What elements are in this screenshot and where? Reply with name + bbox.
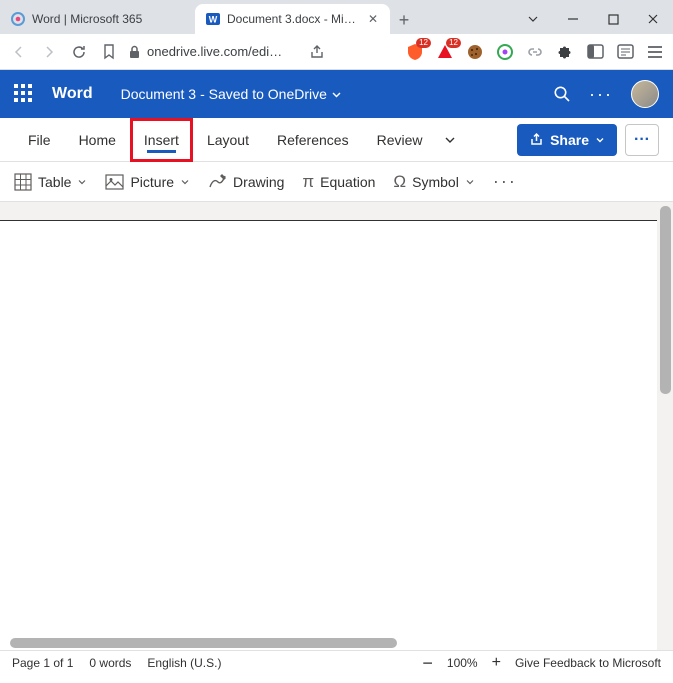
feedback-link[interactable]: Give Feedback to Microsoft [515,656,661,670]
chevron-down-icon [180,177,190,187]
tab-title: Word | Microsoft 365 [32,12,185,26]
window-controls [513,4,673,34]
zoom-level[interactable]: 100% [447,656,478,670]
save-status: - Saved to OneDrive [200,86,327,102]
badge: 12 [416,38,431,48]
reload-button[interactable] [68,41,90,63]
vertical-scrollbar[interactable] [660,206,671,394]
share-icon [529,132,544,147]
tool-symbol[interactable]: Ω Symbol [393,172,474,192]
chevron-down-icon [331,89,342,100]
tab-file[interactable]: File [14,118,65,162]
word-icon: W [205,11,221,27]
word-header: Word Document 3 - Saved to OneDrive ··· [0,70,673,118]
zoom-out-button[interactable]: − [422,653,433,674]
browser-toolbar: onedrive.live.com/edi… 12 12 [0,34,673,70]
doc-name: Document 3 [121,86,196,102]
tool-picture[interactable]: Picture [105,174,190,190]
extension-icons: 12 12 [405,42,665,62]
chevron-down-icon [595,135,605,145]
table-icon [14,173,32,191]
address-bar[interactable]: onedrive.live.com/edi… [128,44,298,59]
horizontal-scrollbar[interactable] [10,638,655,648]
search-icon[interactable] [553,85,571,103]
close-icon[interactable]: ✕ [366,12,380,26]
chevron-down-icon [465,177,475,187]
office-icon [10,11,26,27]
tab-title: Document 3.docx - Micros [227,12,360,26]
green-ext-icon[interactable] [495,42,515,62]
ribbon-tools: Table Picture Drawing π Equation Ω Symbo… [0,162,673,202]
tab-home[interactable]: Home [65,118,130,162]
tab-layout[interactable]: Layout [193,118,263,162]
chevron-down-icon [77,177,87,187]
tab-review[interactable]: Review [363,118,437,162]
close-button[interactable] [633,4,673,34]
share-url-icon[interactable] [306,41,328,63]
picture-icon [105,174,124,190]
tab-overflow[interactable] [436,118,464,162]
share-label: Share [550,132,589,148]
back-button[interactable] [8,41,30,63]
app-launcher-icon[interactable] [14,84,34,104]
word-count[interactable]: 0 words [89,656,131,670]
minimize-button[interactable] [553,4,593,34]
reader-ext-icon[interactable] [615,42,635,62]
ribbon-more-button[interactable]: ··· [625,124,659,156]
tool-more[interactable]: ··· [493,171,517,192]
tab-document[interactable]: W Document 3.docx - Micros ✕ [195,4,390,34]
avatar[interactable] [631,80,659,108]
tool-equation[interactable]: π Equation [302,172,375,192]
shield-ext-icon[interactable]: 12 [405,42,425,62]
svg-text:W: W [209,15,218,25]
browser-titlebar: Word | Microsoft 365 W Document 3.docx -… [0,0,673,34]
forward-button[interactable] [38,41,60,63]
tool-table[interactable]: Table [14,173,87,191]
bookmark-icon[interactable] [98,41,120,63]
menu-icon[interactable] [645,42,665,62]
zoom-in-button[interactable]: + [492,654,501,672]
tool-drawing[interactable]: Drawing [208,173,284,190]
drawing-icon [208,173,227,190]
new-tab-button[interactable]: + [390,6,418,34]
more-icon[interactable]: ··· [589,84,613,105]
cookie-ext-icon[interactable] [465,42,485,62]
tab-word-365[interactable]: Word | Microsoft 365 [0,4,195,34]
language[interactable]: English (U.S.) [147,656,221,670]
symbol-icon: Ω [393,172,406,192]
maximize-button[interactable] [593,4,633,34]
badge: 12 [446,38,461,48]
share-button[interactable]: Share [517,124,617,156]
equation-icon: π [302,172,314,192]
document-canvas[interactable] [0,202,673,650]
app-brand: Word [52,85,93,103]
lock-icon [128,45,141,59]
status-bar: Page 1 of 1 0 words English (U.S.) − 100… [0,650,673,675]
puzzle-ext-icon[interactable] [555,42,575,62]
panel-ext-icon[interactable] [585,42,605,62]
tab-insert[interactable]: Insert [130,118,193,162]
document-title[interactable]: Document 3 - Saved to OneDrive [121,86,342,102]
triangle-ext-icon[interactable]: 12 [435,42,455,62]
link-ext-icon[interactable] [525,42,545,62]
ribbon-tabs: File Home Insert Layout References Revie… [0,118,673,162]
dropdown-icon[interactable] [513,4,553,34]
page-count[interactable]: Page 1 of 1 [12,656,73,670]
tab-references[interactable]: References [263,118,363,162]
page[interactable] [0,220,657,650]
url-text: onedrive.live.com/edi… [147,44,282,59]
